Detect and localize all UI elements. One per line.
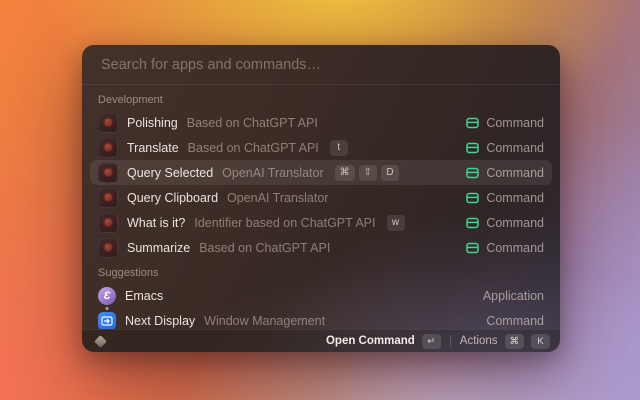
openai-translator-icon xyxy=(98,137,118,158)
openai-translator-icon xyxy=(98,162,118,183)
item-title: Summarize xyxy=(127,240,191,255)
list-item-query-selected[interactable]: Query Selected OpenAI Translator ⌘ ⇧ D C… xyxy=(90,160,552,185)
key-badge-d: D xyxy=(381,164,400,181)
section-header-development: Development xyxy=(98,94,163,106)
openai-translator-icon xyxy=(98,187,118,208)
list-item-polishing[interactable]: Polishing Based on ChatGPT API Command xyxy=(90,110,552,135)
item-type: Command xyxy=(486,165,544,180)
key-badge: t xyxy=(329,139,348,156)
launcher-window: Development Polishing Based on ChatGPT A… xyxy=(82,45,560,352)
item-type: Command xyxy=(486,215,544,230)
running-indicator-dot xyxy=(105,306,109,310)
action-bar: Open Command ↵ Actions ⌘ K xyxy=(82,329,560,352)
item-title: Polishing xyxy=(127,115,178,130)
emacs-icon: Ɛ xyxy=(98,286,116,310)
list-item-translate[interactable]: Translate Based on ChatGPT API t Command xyxy=(90,135,552,160)
item-title: Emacs xyxy=(125,288,164,303)
command-icon xyxy=(466,192,480,203)
results-list: Development Polishing Based on ChatGPT A… xyxy=(82,85,560,329)
item-subtitle: OpenAI Translator xyxy=(227,190,329,205)
emacs-glyph: Ɛ xyxy=(103,289,111,302)
key-badge-cmd: ⌘ xyxy=(334,164,355,181)
openai-translator-icon xyxy=(98,237,118,258)
raycast-logo-icon xyxy=(94,334,107,348)
k-key-badge: K xyxy=(531,333,550,349)
key-badge-shift: ⇧ xyxy=(358,164,378,181)
next-display-icon xyxy=(98,311,116,329)
item-type: Application xyxy=(482,288,544,303)
search-bar[interactable] xyxy=(82,45,560,85)
enter-key-badge: ↵ xyxy=(421,333,441,349)
item-subtitle: Based on ChatGPT API xyxy=(186,115,318,130)
item-title: Translate xyxy=(127,140,179,155)
arrow-display-glyph xyxy=(101,315,113,326)
list-item-what-is-it[interactable]: What is it? Identifier based on ChatGPT … xyxy=(90,210,552,235)
item-type: Command xyxy=(486,115,544,130)
item-alias: t xyxy=(329,139,348,156)
item-subtitle: Window Management xyxy=(204,313,326,328)
list-item-emacs[interactable]: Ɛ Emacs Application xyxy=(90,283,552,310)
command-icon xyxy=(466,167,480,178)
command-icon xyxy=(466,242,480,253)
item-subtitle: Identifier based on ChatGPT API xyxy=(194,215,376,230)
section-header-suggestions: Suggestions xyxy=(98,267,159,279)
item-subtitle: Based on ChatGPT API xyxy=(199,240,331,255)
command-icon xyxy=(466,142,480,153)
key-badge: w xyxy=(386,214,405,231)
openai-translator-icon xyxy=(98,212,118,233)
openai-translator-icon xyxy=(98,112,118,133)
primary-action-button[interactable]: Open Command xyxy=(326,335,415,347)
list-item-next-display[interactable]: Next Display Window Management Command xyxy=(90,308,552,329)
list-item-summarize[interactable]: Summarize Based on ChatGPT API Command xyxy=(90,235,552,260)
item-alias: w xyxy=(386,214,405,231)
item-type: Command xyxy=(486,140,544,155)
footer-divider xyxy=(449,335,451,347)
item-shortcut: ⌘ ⇧ D xyxy=(334,164,400,181)
cmd-key-badge: ⌘ xyxy=(504,333,524,349)
item-title: Next Display xyxy=(125,313,196,328)
item-type: Command xyxy=(486,190,544,205)
command-icon xyxy=(466,117,480,128)
item-type: Command xyxy=(486,240,544,255)
item-title: Query Clipboard xyxy=(127,190,219,205)
command-icon xyxy=(466,217,480,228)
list-item-query-clipboard[interactable]: Query Clipboard OpenAI Translator Comman… xyxy=(90,185,552,210)
actions-button[interactable]: Actions xyxy=(460,335,498,347)
item-title: Query Selected xyxy=(127,165,214,180)
item-subtitle: Based on ChatGPT API xyxy=(187,140,319,155)
item-type: Command xyxy=(486,313,544,328)
item-subtitle: OpenAI Translator xyxy=(222,165,324,180)
item-title: What is it? xyxy=(127,215,186,230)
search-input[interactable] xyxy=(99,55,543,74)
